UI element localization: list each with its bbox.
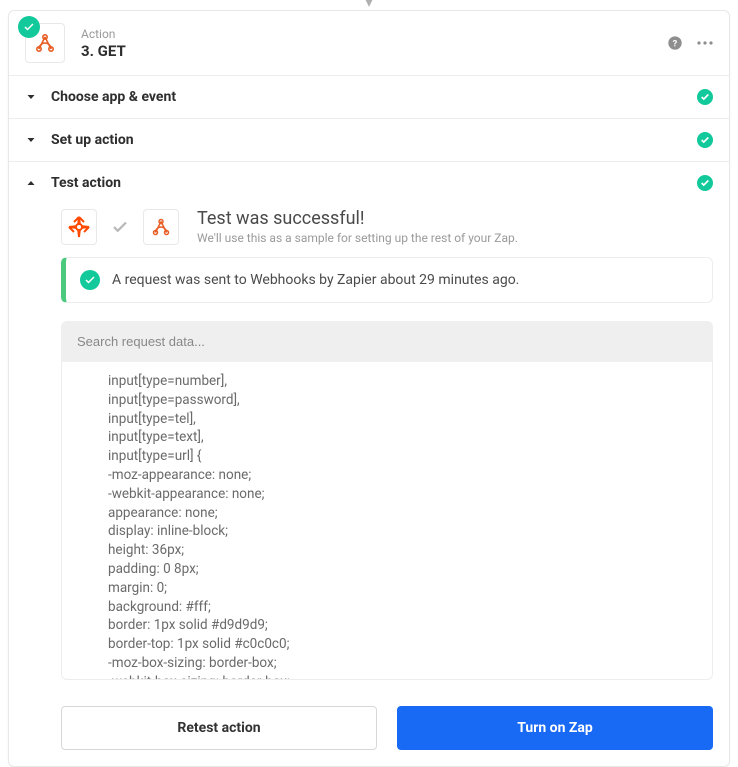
- action-card: Action 3. GET ? Choose app & event Set u…: [8, 10, 730, 767]
- status-complete-icon: [697, 175, 713, 191]
- response-data-line: appearance: none;: [108, 504, 692, 523]
- notice-text: A request was sent to Webhooks by Zapier…: [112, 272, 519, 288]
- chevron-up-icon: [25, 177, 37, 189]
- search-box: [61, 321, 713, 362]
- status-complete-icon: [697, 132, 713, 148]
- response-data-line: background: #fff;: [108, 598, 692, 617]
- help-icon[interactable]: ?: [667, 35, 683, 51]
- check-icon: [111, 218, 129, 236]
- check-circle-icon: [80, 270, 100, 290]
- success-badge: [18, 16, 40, 38]
- response-data-line: border: 1px solid #d9d9d9;: [108, 616, 692, 635]
- response-data-panel[interactable]: input[type=number],input[type=password],…: [61, 362, 713, 680]
- response-data-line: -webkit-box-sizing: border-box;: [108, 673, 692, 680]
- card-header: Action 3. GET ?: [9, 11, 729, 75]
- response-data-line: input[type=number],: [108, 372, 692, 391]
- response-data-line: padding: 0 8px;: [108, 560, 692, 579]
- section-choose-app[interactable]: Choose app & event: [9, 75, 729, 118]
- action-title: 3. GET: [81, 42, 667, 60]
- response-data-line: input[type=text],: [108, 428, 692, 447]
- svg-text:?: ?: [673, 38, 678, 49]
- turn-on-zap-button[interactable]: Turn on Zap: [397, 706, 713, 750]
- response-data-line: height: 36px;: [108, 541, 692, 560]
- result-title: Test was successful!: [197, 208, 518, 229]
- section-test-action[interactable]: Test action: [9, 161, 729, 204]
- section-label: Test action: [51, 175, 697, 191]
- response-data-line: display: inline-block;: [108, 522, 692, 541]
- connector-arrow-icon: ▾: [365, 0, 373, 10]
- more-icon[interactable]: [697, 41, 713, 45]
- result-subtitle: We'll use this as a sample for setting u…: [197, 231, 518, 245]
- webhook-icon: [143, 209, 179, 245]
- section-label: Choose app & event: [51, 89, 697, 105]
- retest-button[interactable]: Retest action: [61, 706, 377, 750]
- zapier-icon: [61, 209, 97, 245]
- status-complete-icon: [697, 89, 713, 105]
- section-label: Set up action: [51, 132, 697, 148]
- response-data-line: border-top: 1px solid #c0c0c0;: [108, 635, 692, 654]
- response-data-line: input[type=url] {: [108, 447, 692, 466]
- response-data-line: margin: 0;: [108, 579, 692, 598]
- response-data-line: input[type=tel],: [108, 410, 692, 429]
- success-notice: A request was sent to Webhooks by Zapier…: [61, 257, 713, 303]
- response-data-line: -moz-box-sizing: border-box;: [108, 654, 692, 673]
- section-setup-action[interactable]: Set up action: [9, 118, 729, 161]
- test-action-body: Test was successful! We'll use this as a…: [9, 204, 729, 766]
- response-data-line: -moz-appearance: none;: [108, 466, 692, 485]
- response-data-line: -webkit-appearance: none;: [108, 485, 692, 504]
- webhook-icon: [25, 23, 65, 63]
- response-data-line: input[type=password],: [108, 391, 692, 410]
- action-label: Action: [81, 27, 667, 41]
- search-input[interactable]: [75, 333, 699, 350]
- chevron-down-icon: [25, 91, 37, 103]
- chevron-down-icon: [25, 134, 37, 146]
